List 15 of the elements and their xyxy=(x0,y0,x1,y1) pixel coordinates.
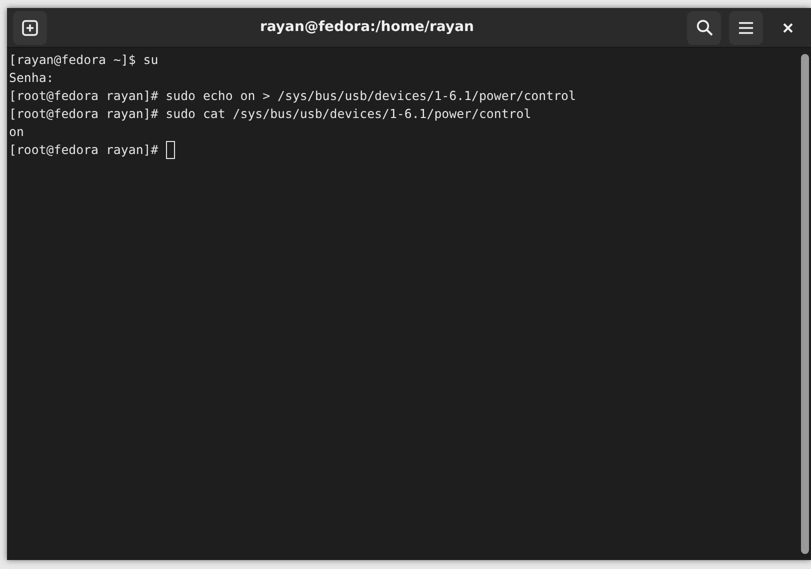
terminal-line: [root@fedora rayan]# sudo cat /sys/bus/usb/devices/1-6.1/power/control xyxy=(9,105,532,123)
menu-button[interactable] xyxy=(729,10,763,44)
new-tab-button[interactable] xyxy=(13,10,47,44)
search-icon xyxy=(696,19,712,36)
menu-icon xyxy=(738,20,754,34)
terminal-line: on xyxy=(9,123,24,141)
terminal-line: [rayan@fedora ~]$ su xyxy=(9,51,158,69)
scrollbar[interactable] xyxy=(801,54,809,554)
terminal-line: [root@fedora rayan]# xyxy=(9,141,160,159)
search-button[interactable] xyxy=(687,10,721,44)
window-title: rayan@fedora:/home/rayan xyxy=(260,19,474,35)
close-icon xyxy=(782,22,794,34)
terminal-line: Senha: xyxy=(9,69,54,87)
plus-box-icon xyxy=(22,20,38,36)
terminal-line: [root@fedora rayan]# sudo echo on > /sys/bus/usb/devices/1-6.1/power/control xyxy=(9,87,576,105)
